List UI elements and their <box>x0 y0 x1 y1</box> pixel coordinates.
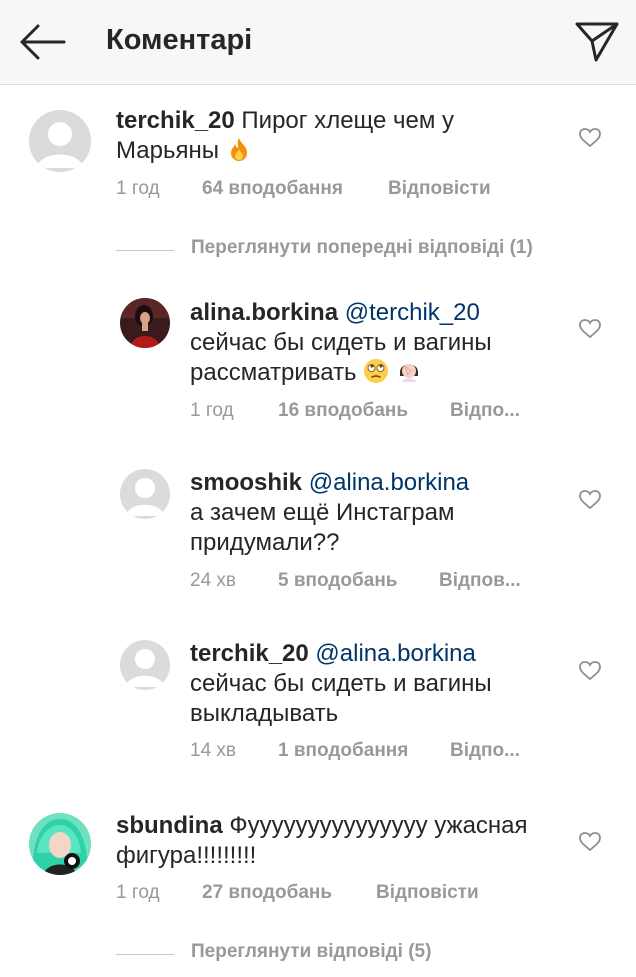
reply-button[interactable]: Відповісти <box>376 882 479 904</box>
comment-text: sbundina Фууууууууууууууу ужасная фигура… <box>116 811 566 871</box>
reply-likes[interactable]: 16 вподобань <box>278 400 408 422</box>
like-button[interactable] <box>579 661 601 681</box>
reply-mention[interactable]: @alina.borkina <box>315 640 475 667</box>
reply-mention[interactable]: @alina.borkina <box>309 469 469 496</box>
reply-username[interactable]: smooshik <box>190 469 302 496</box>
profile-photo-icon <box>29 813 91 875</box>
reply-button[interactable]: Відповісти <box>388 178 491 200</box>
reply-text: alina.borkina @terchik_20 сейчас бы сиде… <box>190 298 570 392</box>
comment-username[interactable]: sbundina <box>116 812 223 839</box>
reply-body-line2: рассматривать <box>190 359 357 386</box>
like-button[interactable] <box>579 128 601 148</box>
reply-text: terchik_20 @alina.borkina сейчас бы сиде… <box>190 639 570 729</box>
heart-outline-icon <box>579 128 601 148</box>
comment-likes[interactable]: 27 вподобань <box>202 882 332 904</box>
reply-text: smooshik @alina.borkina а зачем ещё Инст… <box>190 468 570 558</box>
reply-likes[interactable]: 1 вподобання <box>278 740 408 762</box>
avatar[interactable] <box>29 110 91 172</box>
header-bar: Коментарі <box>0 0 636 85</box>
default-avatar-icon <box>120 640 170 690</box>
comment-body-line1: Фууууууууууууууу ужасная <box>229 812 528 839</box>
heart-outline-icon <box>579 319 601 339</box>
reply-time: 1 год <box>190 400 234 421</box>
fire-emoji <box>226 136 252 170</box>
send-button[interactable] <box>574 20 620 64</box>
reply-body-line1: сейчас бы сидеть и вагины <box>190 329 492 356</box>
reply-body-line2: придумали?? <box>190 529 340 556</box>
like-button[interactable] <box>579 490 601 510</box>
avatar[interactable] <box>120 640 170 690</box>
avatar[interactable] <box>120 469 170 519</box>
comment-username[interactable]: terchik_20 <box>116 107 235 134</box>
view-replies-label: Переглянути попередні відповіді (1) <box>191 237 533 258</box>
comment-body-line2: Марьяны <box>116 137 219 164</box>
back-button[interactable] <box>18 22 66 62</box>
reply-time: 14 хв <box>190 740 237 761</box>
reply-username[interactable]: terchik_20 <box>190 640 309 667</box>
reply-time: 24 хв <box>190 570 237 591</box>
comment-time: 1 год <box>116 882 160 903</box>
avatar[interactable] <box>29 813 91 875</box>
facepalm-emoji <box>396 358 422 392</box>
like-button[interactable] <box>579 832 601 852</box>
view-replies-label: Переглянути відповіді (5) <box>191 941 432 962</box>
heart-outline-icon <box>579 661 601 681</box>
default-avatar-icon <box>29 110 91 172</box>
reply-likes[interactable]: 5 вподобань <box>278 570 397 592</box>
view-previous-replies-button[interactable]: Переглянути попередні відповіді (1) <box>116 237 576 263</box>
reply-button[interactable]: Відпов... <box>439 570 521 592</box>
comment-likes[interactable]: 64 вподобання <box>202 178 343 200</box>
like-button[interactable] <box>579 319 601 339</box>
reply-button[interactable]: Відпо... <box>450 740 520 762</box>
divider-line <box>116 954 174 955</box>
comment-text: terchik_20 Пирог хлеще чем у Марьяны <box>116 106 566 170</box>
heart-outline-icon <box>579 490 601 510</box>
reply-body-line1: а зачем ещё Инстаграм <box>190 499 455 526</box>
comment-body-line2: фигура!!!!!!!!! <box>116 842 257 869</box>
reply-body-line1: сейчас бы сидеть и вагины <box>190 670 492 697</box>
reply-body-line2: выкладывать <box>190 700 339 727</box>
default-avatar-icon <box>120 469 170 519</box>
avatar[interactable] <box>120 298 170 348</box>
eye-roll-emoji <box>363 358 389 392</box>
profile-photo-icon <box>120 298 170 348</box>
reply-username[interactable]: alina.borkina <box>190 299 338 326</box>
reply-button[interactable]: Відпо... <box>450 400 520 422</box>
comment-time: 1 год <box>116 178 160 199</box>
divider-line <box>116 250 174 251</box>
comment-body-line1: Пирог хлеще чем у <box>241 107 455 134</box>
heart-outline-icon <box>579 832 601 852</box>
paper-plane-icon <box>575 22 619 62</box>
reply-mention[interactable]: @terchik_20 <box>345 299 480 326</box>
page-title: Коментарі <box>106 24 253 56</box>
view-replies-button[interactable]: Переглянути відповіді (5) <box>116 941 476 967</box>
back-arrow-icon <box>20 24 66 60</box>
